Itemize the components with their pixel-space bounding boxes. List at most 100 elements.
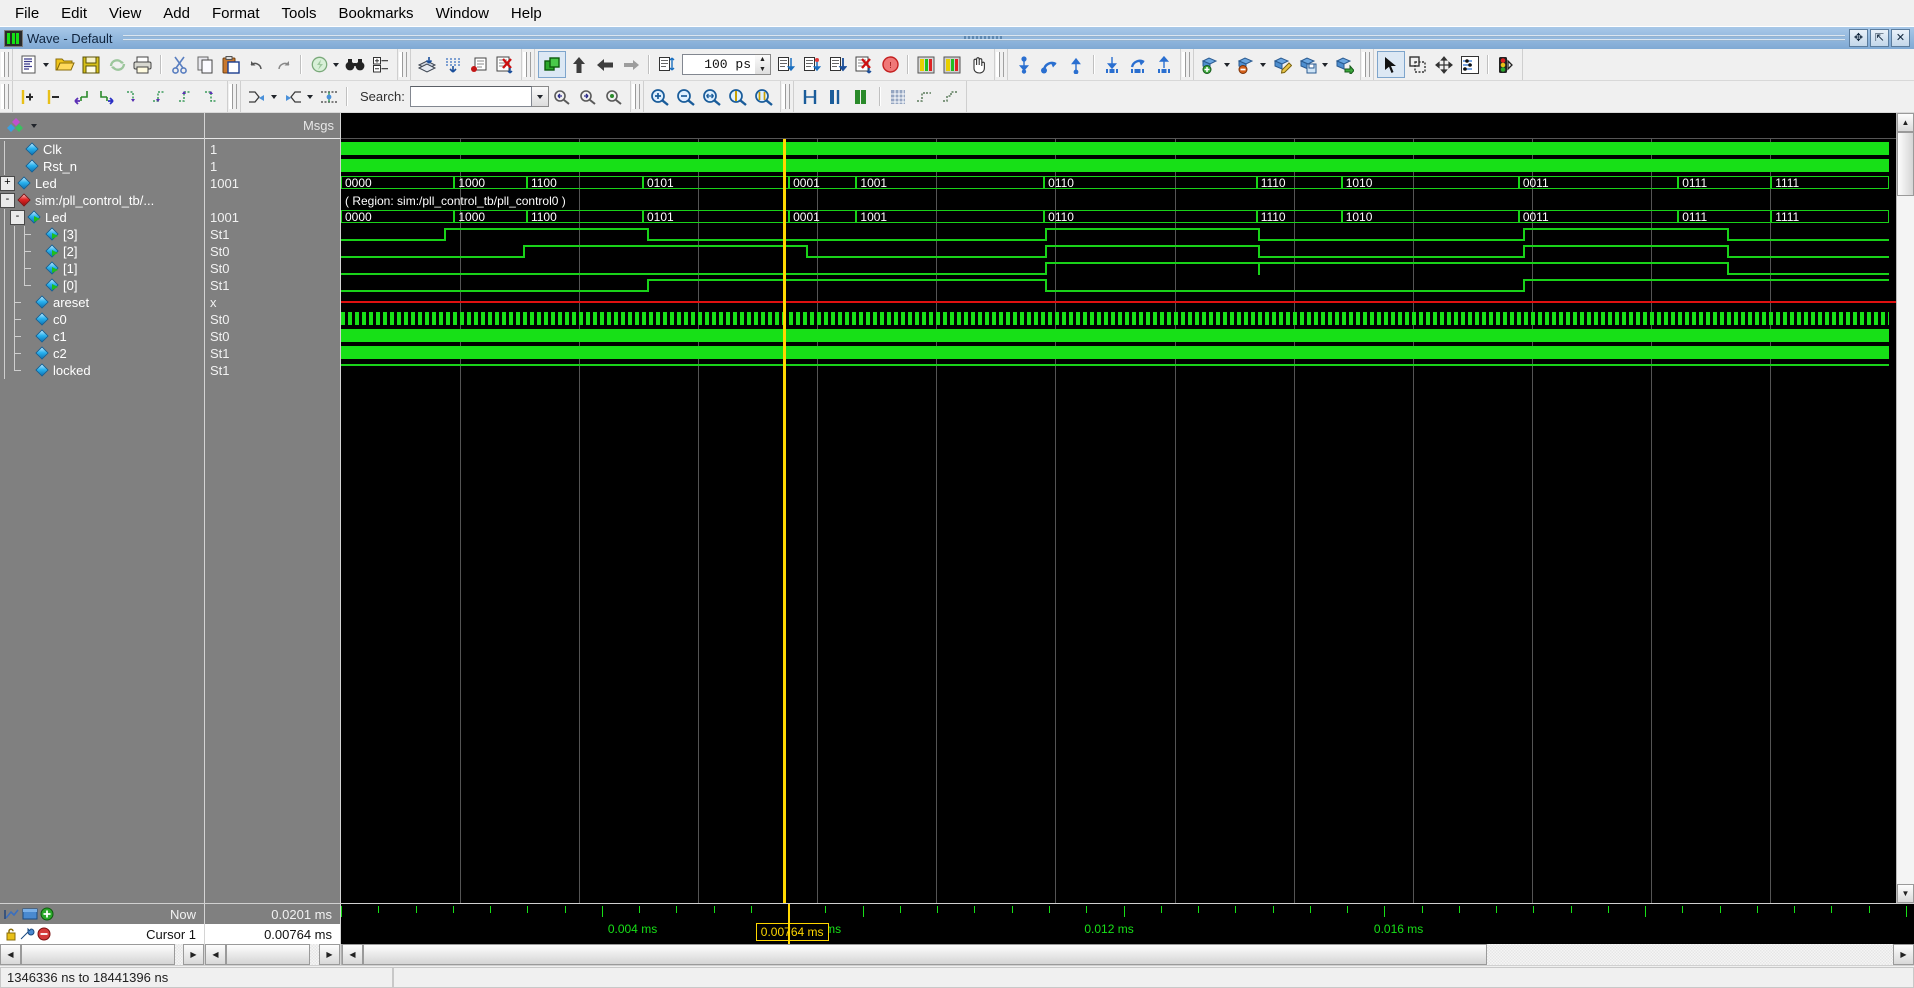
cursor-window-icon[interactable] (22, 907, 38, 921)
signal-row[interactable]: areset (0, 294, 204, 311)
remove-wave-button[interactable] (1233, 52, 1269, 77)
object-filter-icon[interactable] (6, 117, 26, 135)
zoom-full-button[interactable] (699, 84, 725, 109)
print-button[interactable] (130, 52, 156, 77)
scroll-right-button[interactable]: ▶ (183, 944, 204, 965)
waveform-canvas[interactable]: 0000 1000 1100 0101 0001 1001 0110 1110 1010 0011… (341, 139, 1896, 903)
edit-mode-button[interactable] (1457, 52, 1483, 77)
step-up-button[interactable] (566, 52, 592, 77)
zoom-cursor-button[interactable] (725, 84, 751, 109)
signal-row[interactable]: [0] (0, 277, 204, 294)
title-drag-handle[interactable] (122, 33, 1846, 43)
search-dropdown-button[interactable] (531, 86, 549, 107)
continue-run-button[interactable] (799, 52, 825, 77)
cursor-time-badge[interactable]: 0.00764 ms (755, 923, 829, 941)
signal-row[interactable]: Clk (0, 141, 204, 158)
menu-add[interactable]: Add (152, 2, 201, 25)
zoom-mode-button[interactable] (1405, 52, 1431, 77)
toolbar-grip[interactable] (229, 84, 237, 109)
toolbar-grip[interactable] (399, 52, 407, 77)
copy-button[interactable] (192, 52, 218, 77)
green-plus-icon[interactable] (40, 907, 54, 921)
names-horizontal-scrollbar[interactable]: ◀ ▶ (0, 944, 204, 965)
wave-cursor-1[interactable] (782, 139, 786, 903)
search-options-button[interactable] (601, 84, 627, 109)
signal-row[interactable]: locked (0, 362, 204, 379)
scroll-track[interactable] (1487, 944, 1893, 965)
collapse-time-button[interactable] (280, 84, 316, 109)
wave-edge-toggle-button[interactable] (911, 84, 937, 109)
run-all-button[interactable] (440, 52, 466, 77)
signal-row[interactable]: c2 (0, 345, 204, 362)
search-prev-button[interactable] (549, 84, 575, 109)
find-next-rising-button[interactable] (198, 84, 224, 109)
scroll-left-button[interactable]: ◀ (205, 944, 226, 965)
zoom-range-button[interactable] (751, 84, 777, 109)
step-into-inst-button[interactable] (1099, 52, 1125, 77)
waveform-pane[interactable]: 0000 1000 1100 0101 0001 1001 0110 1110 1010 0011… (341, 113, 1896, 903)
signal-row[interactable]: [3] (0, 226, 204, 243)
zoom-out-button[interactable] (673, 84, 699, 109)
restart-button[interactable] (466, 52, 492, 77)
break-sim-button[interactable] (851, 52, 877, 77)
find-prev-rising-button[interactable] (172, 84, 198, 109)
menu-view[interactable]: View (98, 2, 152, 25)
wave-vertical-scrollbar[interactable]: ▲ ▼ (1896, 113, 1914, 903)
delete-cursor-button[interactable] (42, 84, 68, 109)
zoom-in-button[interactable] (647, 84, 673, 109)
run-button[interactable] (773, 52, 799, 77)
wave-compare2-button[interactable] (939, 52, 965, 77)
signal-names-list[interactable]: Clk Rst_n + Led - sim:/pll_control_tb/... - Led… (0, 139, 204, 903)
step-over-inst-button[interactable] (1125, 52, 1151, 77)
paste-button[interactable] (218, 52, 244, 77)
wave-grid-toggle-button[interactable] (885, 84, 911, 109)
expander-toggle[interactable]: - (10, 210, 25, 225)
scroll-track[interactable] (1897, 196, 1914, 884)
chevron-down-icon[interactable] (31, 123, 37, 128)
restore-icon[interactable]: ⇱ (1870, 29, 1889, 47)
toolbar-grip[interactable] (1182, 52, 1190, 77)
simulate-button[interactable] (414, 52, 440, 77)
lock-icon[interactable] (4, 927, 18, 941)
stepper-down-icon[interactable]: ▼ (755, 65, 770, 75)
wave-format-logic-button[interactable] (823, 84, 849, 109)
toolbar-grip[interactable] (1362, 52, 1370, 77)
wave-step-toggle-button[interactable] (937, 84, 963, 109)
run-length-stepper[interactable]: ▲ ▼ (755, 54, 771, 75)
wave-format-literal-button[interactable] (797, 84, 823, 109)
step-forward-button[interactable] (618, 52, 644, 77)
expander-toggle[interactable]: - (0, 193, 15, 208)
toolbar-grip[interactable] (1, 52, 9, 77)
cut-button[interactable] (166, 52, 192, 77)
scroll-thumb[interactable] (21, 944, 175, 965)
scroll-thumb[interactable] (1897, 132, 1914, 196)
redo-button[interactable] (270, 52, 296, 77)
select-mode-button[interactable] (1377, 51, 1405, 78)
search-next-button[interactable] (575, 84, 601, 109)
scroll-left-button[interactable]: ◀ (342, 944, 363, 965)
run-length-field[interactable]: ▲▼ (682, 54, 771, 75)
stop-button[interactable]: ! (877, 52, 903, 77)
undo-button[interactable] (244, 52, 270, 77)
scroll-down-button[interactable]: ▼ (1897, 884, 1914, 903)
search-input[interactable] (409, 86, 532, 107)
hand-pan-button[interactable] (965, 52, 991, 77)
pan-mode-button[interactable] (1431, 52, 1457, 77)
menu-tools[interactable]: Tools (271, 2, 328, 25)
menu-format[interactable]: Format (201, 2, 271, 25)
break-button[interactable] (492, 52, 518, 77)
next-transition-button[interactable] (94, 84, 120, 109)
cursor-row[interactable]: Cursor 1 (0, 924, 204, 944)
close-icon[interactable]: ✕ (1891, 29, 1910, 47)
edit-wave-button[interactable] (1269, 52, 1295, 77)
run-continue-button[interactable] (825, 52, 851, 77)
signal-row[interactable]: [1] (0, 260, 204, 277)
toolbar-grip[interactable] (631, 84, 640, 109)
scroll-up-button[interactable]: ▲ (1897, 113, 1914, 132)
menu-window[interactable]: Window (425, 2, 500, 25)
toolbar-grip[interactable] (523, 52, 531, 77)
wave-compare-button[interactable] (913, 52, 939, 77)
signal-row[interactable]: - Led (0, 209, 204, 226)
stepper-up-icon[interactable]: ▲ (755, 55, 770, 65)
dataflow-button[interactable] (538, 51, 566, 78)
